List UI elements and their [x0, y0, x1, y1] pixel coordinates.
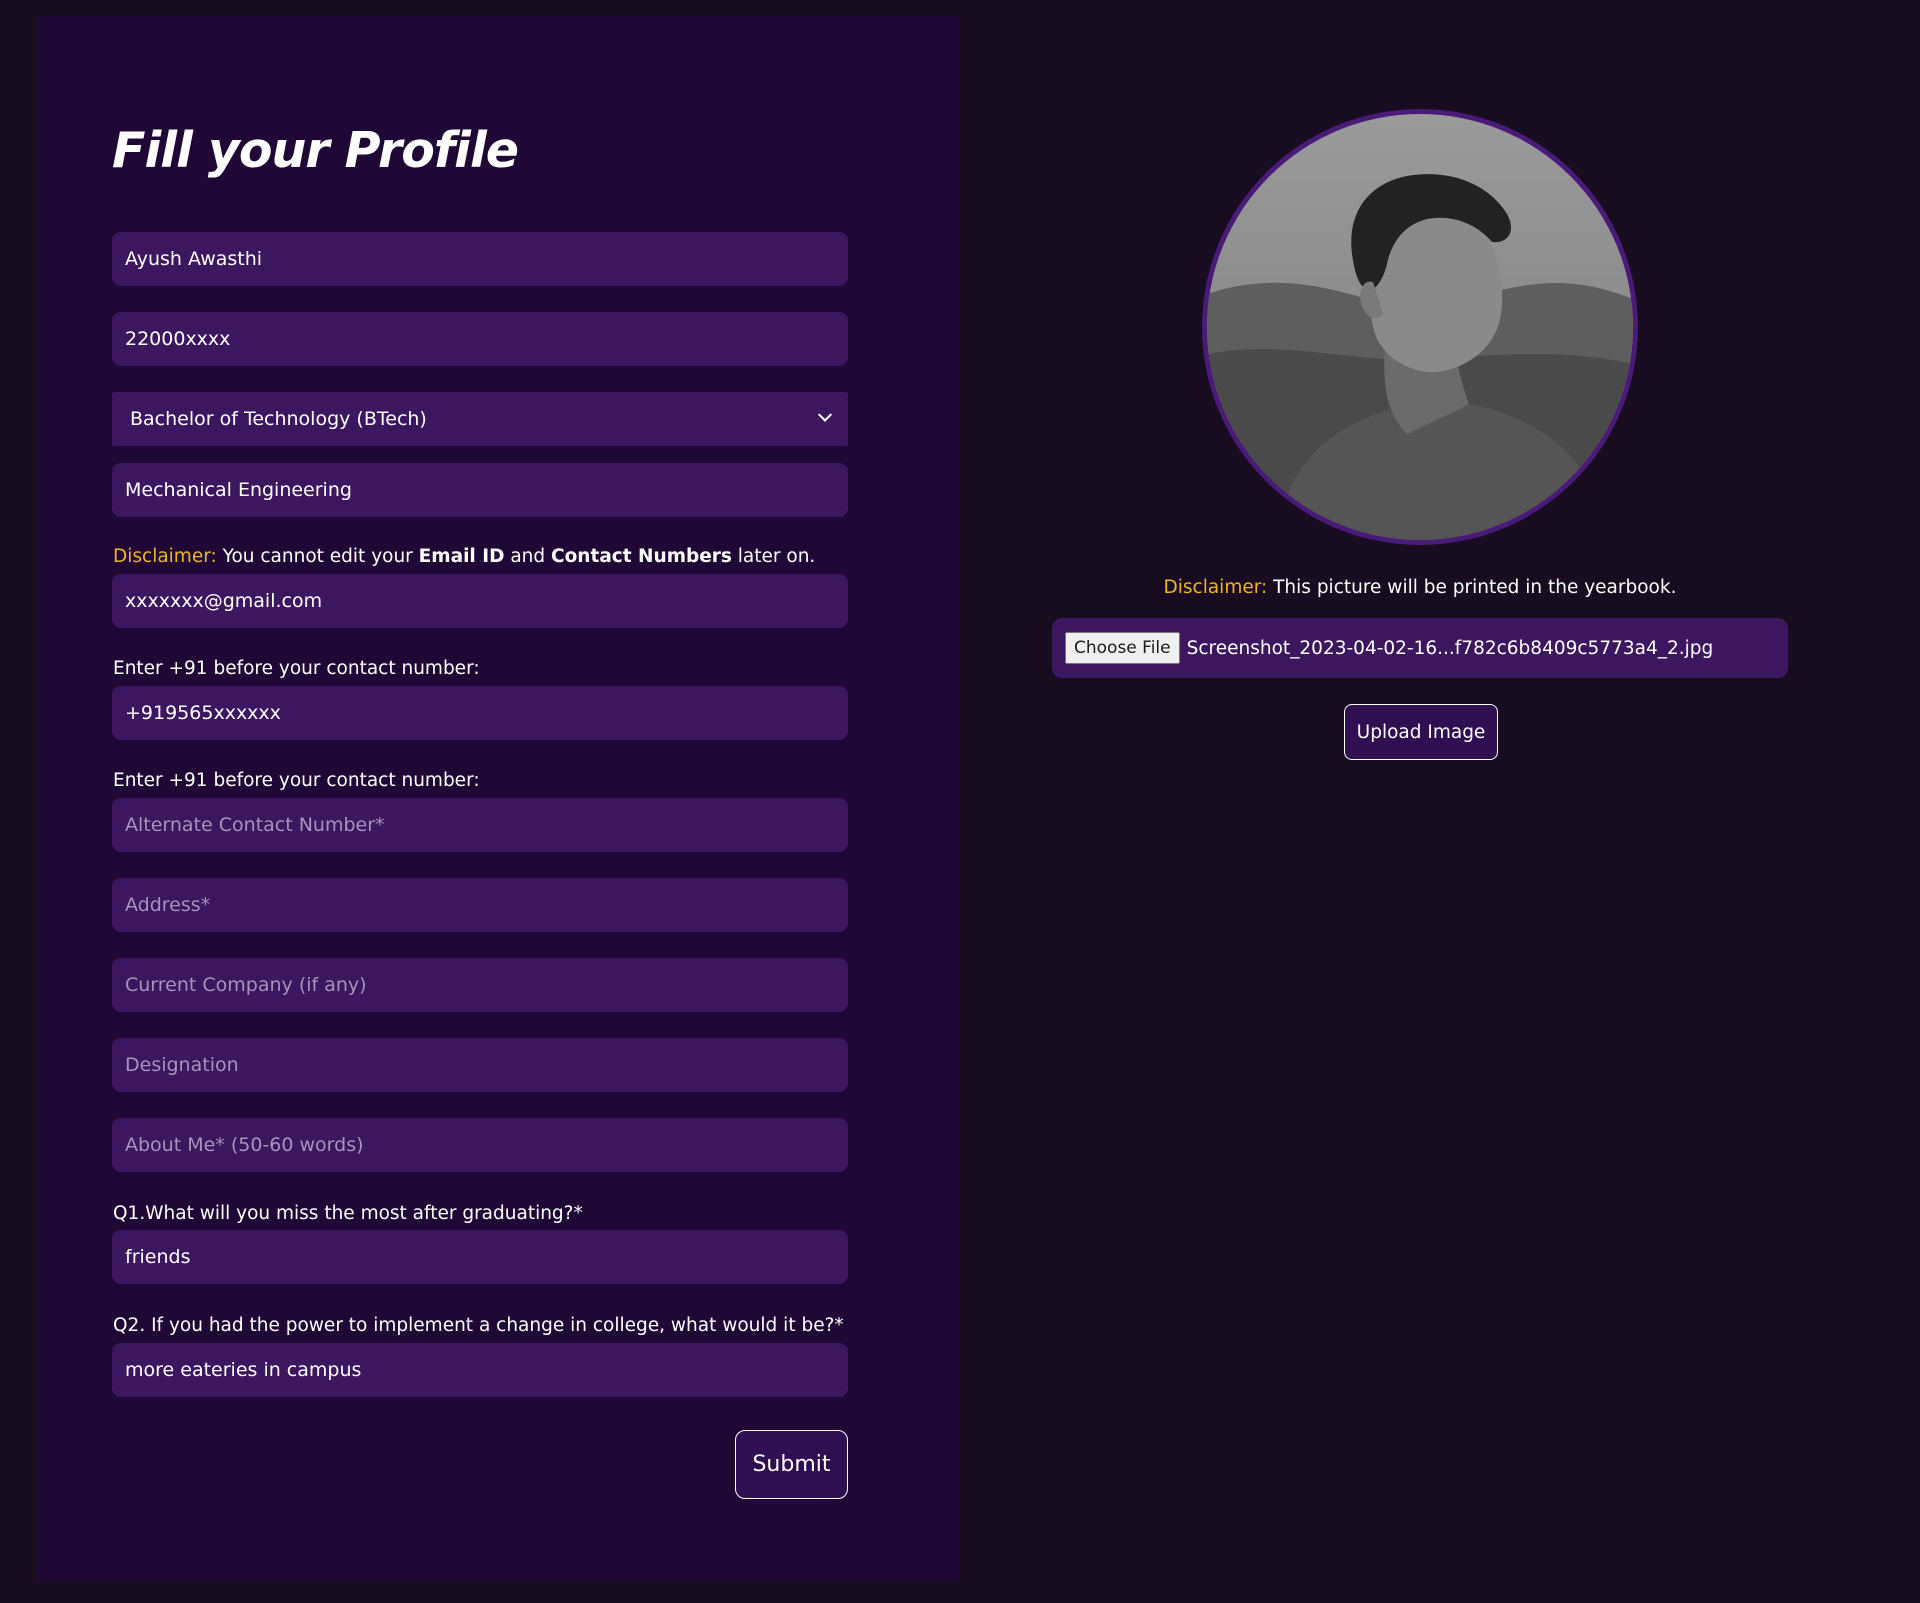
q2-label: Q2. If you had the power to implement a …	[113, 1315, 844, 1336]
disclaimer-text: You cannot edit your	[216, 546, 419, 567]
q2-answer-field[interactable]	[112, 1343, 848, 1397]
branch-field[interactable]	[112, 463, 848, 517]
disclaimer-email-id: Email ID	[418, 546, 505, 567]
designation-field[interactable]	[112, 1038, 848, 1092]
email-field[interactable]	[112, 574, 848, 628]
choose-file-button[interactable]: Choose File	[1065, 632, 1180, 664]
contact-disclaimer: Disclaimer: You cannot edit your Email I…	[113, 546, 815, 567]
disclaimer-text-and: and	[504, 546, 552, 567]
roll-number-field[interactable]	[112, 312, 848, 366]
program-select-value: Bachelor of Technology (BTech)	[130, 408, 427, 430]
page-title: Fill your Profile	[112, 122, 519, 179]
name-field[interactable]	[112, 232, 848, 286]
photo-disclaimer: Disclaimer: This picture will be printed…	[1052, 577, 1788, 598]
file-input[interactable]: Choose File Screenshot_2023-04-02-16...f…	[1052, 618, 1788, 678]
address-field[interactable]	[112, 878, 848, 932]
about-me-field[interactable]	[112, 1118, 848, 1172]
photo-disclaimer-text: This picture will be printed in the year…	[1267, 577, 1677, 598]
submit-button[interactable]: Submit	[735, 1430, 848, 1499]
avatar	[1207, 114, 1633, 540]
chevron-down-icon	[817, 407, 833, 422]
q1-answer-field[interactable]	[112, 1230, 848, 1284]
contact-number-field[interactable]	[112, 686, 848, 740]
alternate-contact-field[interactable]	[112, 798, 848, 852]
company-field[interactable]	[112, 958, 848, 1012]
disclaimer-prefix: Disclaimer:	[113, 546, 217, 567]
alternate-contact-hint-label: Enter +91 before your contact number:	[113, 770, 480, 791]
disclaimer-contact-numbers: Contact Numbers	[551, 546, 732, 567]
photo-disclaimer-prefix: Disclaimer:	[1163, 577, 1268, 598]
selected-file-name: Screenshot_2023-04-02-16...f782c6b8409c5…	[1186, 637, 1714, 659]
disclaimer-text-end: later on.	[731, 546, 816, 567]
avatar-ring	[1202, 109, 1638, 545]
upload-image-button[interactable]: Upload Image	[1344, 704, 1498, 760]
program-select[interactable]: Bachelor of Technology (BTech)	[112, 392, 848, 446]
contact-hint-label: Enter +91 before your contact number:	[113, 658, 480, 679]
q1-label: Q1.What will you miss the most after gra…	[113, 1203, 583, 1224]
